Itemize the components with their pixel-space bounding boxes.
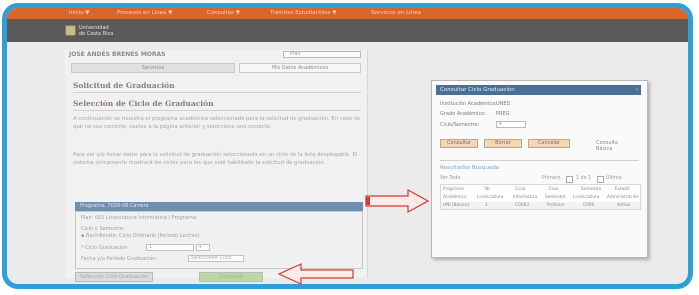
nav-item-consultas[interactable]: Consultas ▼ xyxy=(207,10,240,16)
university-logo-icon[interactable] xyxy=(65,25,76,36)
pager-checkbox[interactable] xyxy=(597,176,604,183)
results-title: Resultados Búsqueda xyxy=(440,165,500,171)
search-button[interactable]: Consultar xyxy=(440,139,478,148)
main-panel: JOSE ANDÉS BRENES MORAS Plan Servicios M… xyxy=(65,50,368,282)
lookup-dialog: Consultar Ciclo Graduación x Institución… xyxy=(431,80,648,258)
program-header: Programa: 7020-08 Carrera xyxy=(75,202,363,211)
pager-checkbox[interactable] xyxy=(566,176,573,183)
continue-button[interactable]: Continuar xyxy=(199,272,263,282)
pager-first[interactable]: Primero xyxy=(542,176,561,181)
student-name: JOSE ANDÉS BRENES MORAS xyxy=(69,51,166,58)
cancel-button[interactable]: Cancelar xyxy=(528,139,570,148)
tab-bar: Servicios Mis Datos Académicos xyxy=(71,63,361,73)
program-plan: Plan: 001 Licenciatura Informática / Pro… xyxy=(81,215,198,221)
tab-servicios[interactable]: Servicios xyxy=(71,63,235,73)
nav-item-inicio[interactable]: Inicio ▼ xyxy=(69,10,90,16)
cycle-input[interactable]: 1 xyxy=(146,244,194,251)
program-cycle-label: Ciclo o Semestre: xyxy=(81,226,125,232)
program-option: ▪ Bachillerato: Ciclo Ordinario (Periodo… xyxy=(81,233,200,239)
field-label: Ciclo/Semestre: xyxy=(440,122,480,128)
cycle-label: * Ciclo Graduación: xyxy=(81,245,130,251)
instruction-paragraph: Para ver y/o llenar datos para la solici… xyxy=(73,152,358,166)
nav-item-servicios[interactable]: Servicios en Línea xyxy=(371,10,421,16)
field-value: PREG xyxy=(496,111,510,117)
table-header: Programa Nr. Ciclo Fase Semestre Estado xyxy=(443,187,630,192)
top-navigation: Inicio ▼ Procesos en Línea ▼ Consultas ▼… xyxy=(7,8,688,19)
period-label: Fecha y/o Periodo Graduación: xyxy=(81,256,158,262)
pager-last[interactable]: Último xyxy=(606,176,622,181)
cycle-lookup-input[interactable]: ▾ xyxy=(496,121,526,128)
divider xyxy=(440,160,639,161)
arrow-left-icon xyxy=(277,263,354,284)
org-name: Universidad de Costa Rica xyxy=(79,25,114,37)
dialog-title: Consultar Ciclo Graduación xyxy=(436,85,641,95)
program-box: Plan: 001 Licenciatura Informática / Pro… xyxy=(75,211,363,269)
period-select[interactable]: Seleccione Ciclo xyxy=(188,255,244,262)
pager-status: 1 de 1 xyxy=(576,176,592,181)
section-title: Selección de Ciclo de Graduación xyxy=(73,99,214,108)
header-banner: Universidad de Costa Rica xyxy=(7,19,688,42)
results-table: Programa Nr. Ciclo Fase Semestre Estado … xyxy=(440,184,641,210)
close-icon[interactable]: x xyxy=(635,86,639,93)
nav-item-procesos[interactable]: Procesos en Línea ▼ xyxy=(117,10,172,16)
nav-item-tramites[interactable]: Trámites Estudiantiles ▼ xyxy=(270,10,337,16)
divider xyxy=(73,92,361,93)
chevron-down-icon[interactable]: ▾ xyxy=(196,244,210,251)
field-label: Institución Académica: xyxy=(440,101,497,107)
arrow-right-icon xyxy=(365,188,430,214)
tab-datos-academicos[interactable]: Mis Datos Académicos xyxy=(239,63,361,73)
table-row[interactable]: Académico Licenciatura Informática Semes… xyxy=(441,194,640,201)
field-value: UNED xyxy=(496,101,511,107)
view-all-link[interactable]: Ver Todo xyxy=(440,176,460,181)
screenshot-frame: Inicio ▼ Procesos en Línea ▼ Consultas ▼… xyxy=(2,3,693,289)
page-title: Solicitud de Graduación xyxy=(73,81,175,90)
clear-button[interactable]: Borrar xyxy=(484,139,522,148)
divider xyxy=(73,110,361,111)
field-label: Grado Académico: xyxy=(440,111,486,117)
table-row[interactable]: UNI (Básico) 1 C0083 Profesor C006 Activ… xyxy=(441,202,640,209)
instruction-paragraph: A continuación se muestra el programa ac… xyxy=(73,116,361,130)
basic-lookup-link[interactable]: Consulta Básica xyxy=(596,140,618,152)
back-button[interactable]: Selección Ciclo Graduación xyxy=(75,272,153,282)
plan-select[interactable]: Plan xyxy=(283,51,361,58)
